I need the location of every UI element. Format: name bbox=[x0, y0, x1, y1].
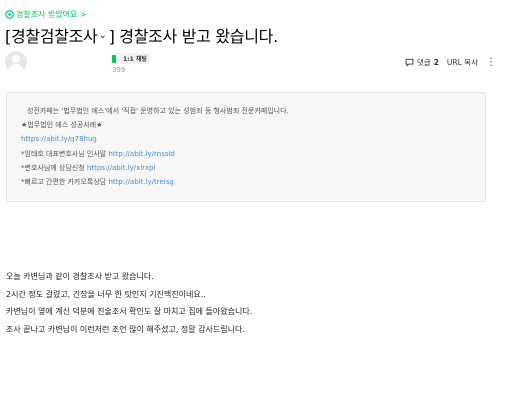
info-greeting-label: *임태호 대표변호사님 인사말 bbox=[21, 149, 107, 158]
board-circle-icon bbox=[5, 10, 14, 19]
info-link-kakao[interactable]: http://abit.ly/treisg bbox=[108, 178, 173, 186]
comments-count: 2 bbox=[433, 58, 439, 67]
board-breadcrumb[interactable]: 경찰조사 받았어요 > bbox=[5, 9, 87, 20]
post-body: 오늘 카변님과 같이 경찰조사 받고 왔습니다. 2시간 정도 걸렸고, 긴장을… bbox=[6, 268, 252, 338]
comments-button[interactable]: 댓글 2 bbox=[405, 57, 439, 68]
author-bar: 1:1 채팅 bbox=[112, 53, 150, 64]
chevron-down-icon[interactable]: ⌄ bbox=[98, 30, 106, 41]
post-meta: 399 bbox=[112, 66, 126, 74]
info-intro: 성전카페는 '법무법인 에스'에서 '직접' 운영하고 있는 성범죄 등 형사범… bbox=[27, 107, 289, 115]
info-link-success[interactable]: https://abit.ly/q78hug bbox=[21, 135, 97, 143]
more-options-icon[interactable]: ⋮ bbox=[486, 57, 496, 67]
post-title-prefix: [경찰검찰조사 bbox=[5, 27, 98, 46]
info-consult-label: *변호사님께 상담신청 bbox=[21, 163, 85, 172]
breadcrumb-label: 경찰조사 받았어요 > bbox=[16, 10, 87, 19]
avatar[interactable] bbox=[5, 51, 27, 73]
post-title: [경찰검찰조사 ⌄ ] 경찰조사 받고 왔습니다. bbox=[5, 23, 278, 47]
url-copy-button[interactable]: URL 복사 bbox=[447, 57, 478, 68]
chat-button[interactable]: 1:1 채팅 bbox=[120, 53, 150, 64]
body-paragraph: 2시간 정도 걸렸고, 긴장을 너무 한 탓인지 기진맥진이네요.. bbox=[6, 289, 206, 299]
post-title-rest: ] 경찰조사 받고 왔습니다. bbox=[108, 27, 279, 46]
comment-icon bbox=[405, 58, 414, 67]
comments-label: 댓글 bbox=[416, 58, 431, 67]
info-link-greeting[interactable]: http://abit.ly/rnssld bbox=[108, 150, 174, 158]
info-kakao-label: *빠르고 간편한 카카오톡상담 bbox=[21, 178, 107, 187]
body-paragraph: 오늘 카변님과 같이 경찰조사 받고 왔습니다. bbox=[6, 272, 154, 281]
post-actions: 댓글 2 URL 복사 ⋮ bbox=[405, 57, 496, 68]
body-paragraph: 카변님이 옆에 계신 덕분에 진술조서 확인도 잘 마치고 집에 돌아왔습니다. bbox=[6, 307, 253, 317]
author-badge-icon bbox=[112, 54, 116, 63]
info-link-consult[interactable]: https://abit.ly/xlrxpi bbox=[87, 164, 156, 172]
body-paragraph: 조사 끝나고 카변님이 이런저런 조언 많이 해주셨고, 정말 감사드립니다. bbox=[6, 324, 245, 334]
info-success-cases: ★법무법인 에스 성공사례★ bbox=[21, 121, 103, 130]
cafe-post-page: 경찰조사 받았어요 > [경찰검찰조사 ⌄ ] 경찰조사 받고 왔습니다. 1:… bbox=[0, 0, 505, 401]
cafe-info-box: 성전카페는 '법무법인 에스'에서 '직접' 운영하고 있는 성범죄 등 형사범… bbox=[6, 92, 486, 202]
